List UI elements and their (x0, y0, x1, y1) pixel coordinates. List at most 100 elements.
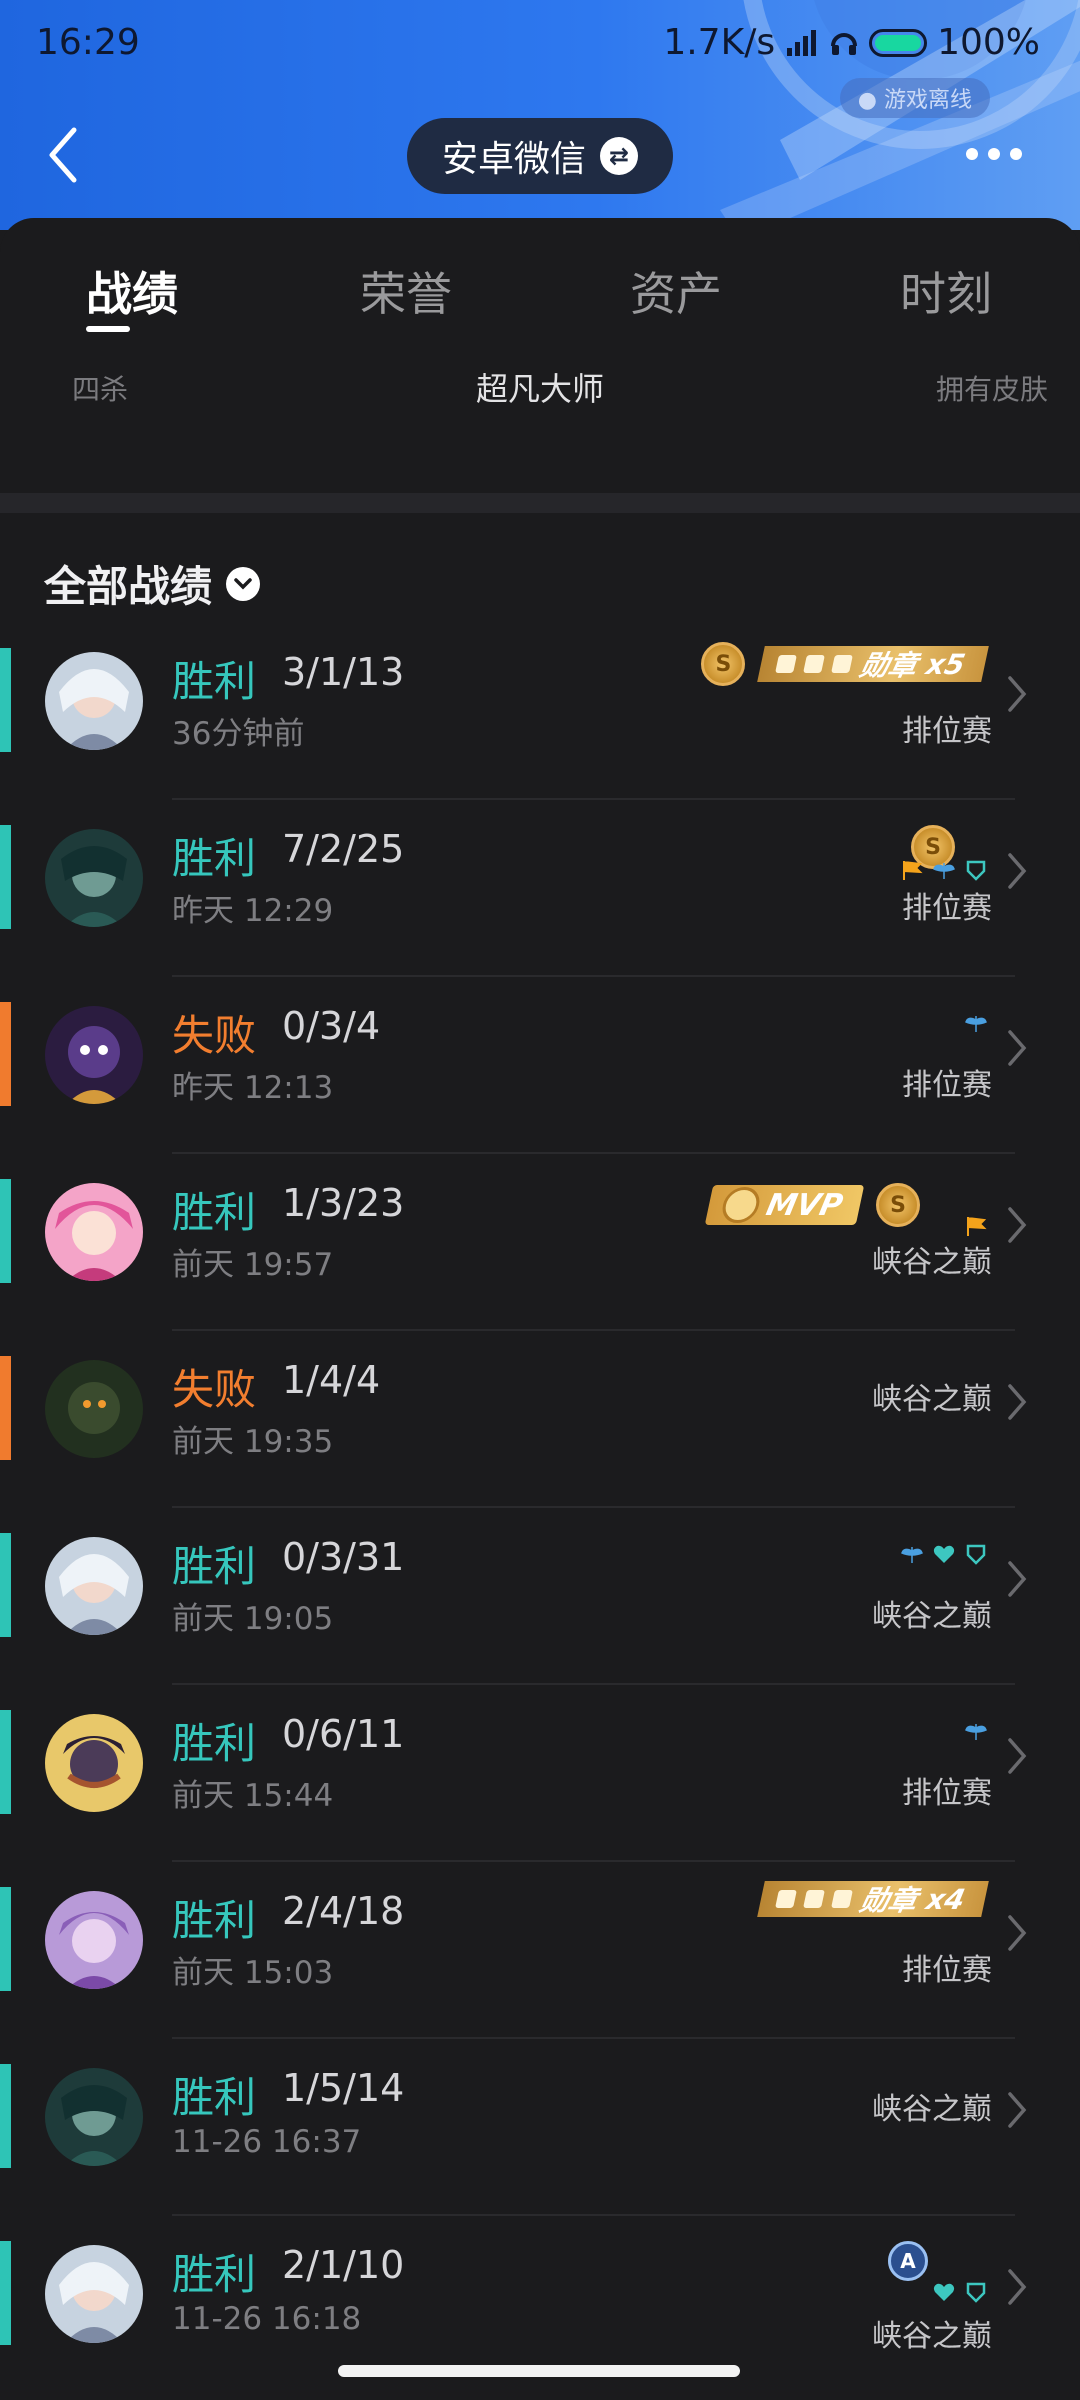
chevron-right-icon (1008, 1207, 1027, 1243)
achievement-icons (964, 1012, 988, 1034)
match-row[interactable]: 胜利 0/6/11 前天 15:44 排位赛 (0, 1686, 1080, 1862)
match-badges: 勋章 x4 (757, 1881, 989, 1917)
row-divider (172, 1683, 1015, 1685)
match-time: 前天 19:35 (172, 1424, 334, 1460)
heart-icon (933, 1545, 955, 1563)
achievement-icons (964, 1215, 988, 1237)
tab-assets[interactable]: 资产 (630, 258, 722, 324)
chevron-right-icon (1008, 1738, 1027, 1774)
result-indicator-bar (0, 1887, 11, 1991)
status-icons: 1.7K/s 100% (663, 22, 1040, 63)
match-result: 胜利 (172, 2250, 257, 2299)
flag-icon (775, 655, 798, 673)
match-result: 失败 (172, 1011, 257, 1060)
match-row[interactable]: 胜利 7/2/25 昨天 12:29 S 排位赛 (0, 801, 1080, 977)
gold-medal-icon: S (701, 642, 746, 686)
match-result: 胜利 (172, 1896, 257, 1945)
match-mode: 峡谷之巅 (872, 1382, 992, 1417)
account-switch-button[interactable]: 安卓微信 ⇄ (407, 118, 673, 194)
network-speed: 1.7K/s (663, 22, 776, 63)
chevron-right-icon (1008, 2269, 1027, 2305)
headset-icon (831, 32, 858, 55)
offline-label: 游戏离线 (883, 88, 972, 113)
shield-icon (966, 2282, 986, 2303)
match-kda: 0/3/31 (282, 1535, 405, 1579)
result-indicator-bar (0, 1533, 11, 1637)
match-row[interactable]: 失败 1/4/4 前天 19:35 峡谷之巅 (0, 1332, 1080, 1508)
chevron-right-icon (1008, 1561, 1027, 1597)
hero-avatar (45, 1183, 143, 1281)
hero-avatar (45, 829, 143, 927)
dot (966, 148, 978, 160)
tab-honor[interactable]: 荣誉 (360, 258, 452, 324)
mvp-label: MVP (763, 1187, 846, 1223)
battery-level: 100% (937, 22, 1040, 63)
hero-avatar (45, 1537, 143, 1635)
chevron-right-icon (1008, 676, 1027, 712)
match-kda: 0/3/4 (282, 1004, 381, 1048)
match-result: 胜利 (172, 834, 257, 883)
result-indicator-bar (0, 1179, 11, 1283)
hero-avatar (45, 652, 143, 750)
heart-icon (933, 2283, 955, 2301)
achievement-icons (900, 859, 988, 881)
wings-icon (831, 655, 854, 673)
match-time: 36分钟前 (172, 716, 305, 752)
medal-label: 勋章 (857, 1884, 921, 1917)
match-kda: 2/1/10 (282, 2243, 405, 2287)
match-row[interactable]: 失败 0/3/4 昨天 12:13 排位赛 (0, 978, 1080, 1154)
back-arrow-icon[interactable] (40, 120, 90, 190)
flag-icon (903, 861, 923, 880)
wings-icon (901, 1547, 923, 1563)
result-indicator-bar (0, 1356, 11, 1460)
match-time: 11-26 16:18 (172, 2301, 362, 2337)
match-row[interactable]: 胜利 0/3/31 前天 19:05 峡谷之巅 (0, 1509, 1080, 1685)
row-divider (172, 2037, 1015, 2039)
match-kda: 0/6/11 (282, 1712, 405, 1756)
result-indicator-bar (0, 2241, 11, 2345)
gold-medal-icon: S (876, 1183, 920, 1227)
match-kda: 7/2/25 (282, 827, 405, 871)
match-kda: 3/1/13 (282, 650, 405, 694)
active-tab-indicator (86, 326, 130, 332)
status-time: 16:29 (36, 22, 140, 63)
match-mode: 排位赛 (902, 1068, 992, 1103)
result-indicator-bar (0, 2064, 11, 2168)
hero-avatar (45, 2245, 143, 2343)
stats-row: 四杀 超凡大师 拥有皮肤 (0, 368, 1080, 418)
match-mode: 峡谷之巅 (872, 2092, 992, 2127)
tab-record[interactable]: 战绩 (86, 258, 178, 324)
status-bar: 16:29 1.7K/s 100% (0, 0, 1080, 90)
match-result: 胜利 (172, 2073, 257, 2122)
match-row[interactable]: 胜利 1/5/14 11-26 16:37 峡谷之巅 (0, 2040, 1080, 2216)
hero-avatar (45, 1714, 143, 1812)
match-row[interactable]: 胜利 2/4/18 前天 15:03 勋章 x4 排位赛 (0, 1863, 1080, 2039)
flag-icon (967, 1217, 987, 1236)
tab-moments[interactable]: 时刻 (900, 258, 992, 324)
mvp-star-icon (719, 1187, 763, 1223)
account-label: 安卓微信 (441, 139, 586, 180)
match-row[interactable]: 胜利 3/1/13 36分钟前 S 勋章 x5 排位赛 (0, 624, 1080, 800)
chevron-down-icon (226, 566, 261, 601)
match-filter-dropdown[interactable]: 全部战绩 (44, 553, 261, 614)
match-result: 胜利 (172, 1719, 257, 1768)
home-indicator[interactable] (338, 2365, 740, 2377)
hero-avatar (45, 1360, 143, 1458)
chevron-right-icon (1008, 853, 1027, 889)
match-kda: 1/3/23 (282, 1181, 405, 1225)
tab-bar: 战绩 荣誉 资产 时刻 (0, 218, 1080, 360)
match-row[interactable]: 胜利 1/3/23 前天 19:57 MVP S 峡谷之巅 (0, 1155, 1080, 1331)
row-divider (172, 2214, 1015, 2216)
medal-label: 勋章 (857, 649, 921, 682)
mvp-banner: MVP (704, 1185, 865, 1225)
more-options-button[interactable] (966, 148, 1022, 160)
match-kda: 1/5/14 (282, 2066, 405, 2110)
chevron-right-icon (1008, 2092, 1027, 2128)
achievement-icons (900, 1543, 988, 1565)
match-badges: MVP S (704, 1183, 920, 1227)
stat-right: 拥有皮肤 (935, 373, 1048, 406)
result-indicator-bar (0, 648, 11, 752)
match-time: 11-26 16:37 (172, 2124, 362, 2160)
match-badges: S 勋章 x5 (701, 642, 989, 686)
match-result: 胜利 (172, 657, 257, 706)
